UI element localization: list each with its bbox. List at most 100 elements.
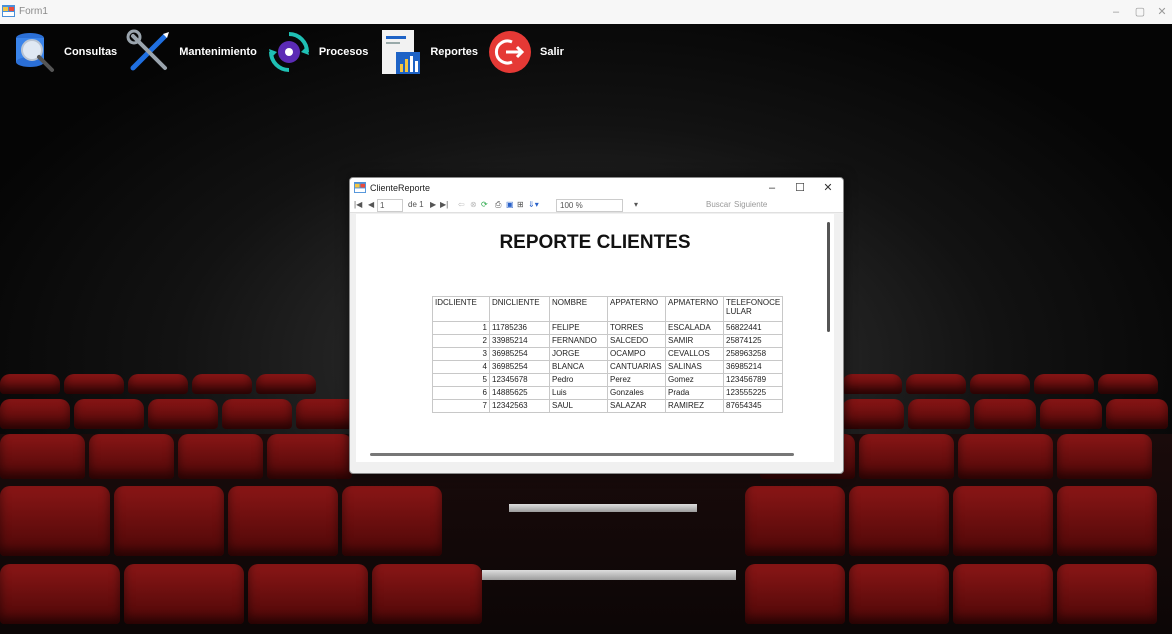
table-cell: Perez [607,373,666,387]
table-cell: FERNANDO [549,334,608,348]
table-cell: SALINAS [665,360,724,374]
table-cell: 7 [432,399,490,413]
menu-salir[interactable]: Salir [486,28,564,76]
prev-page-icon[interactable]: ◀ [368,200,374,209]
table-cell: 2 [432,334,490,348]
column-header: APPATERNO [607,296,666,322]
zoom-select[interactable]: 100 % [556,199,623,212]
report-window-title: ClienteReporte [370,183,431,193]
window-titlebar: Form1 – ▢ ✕ [0,0,1172,25]
table-cell: TORRES [607,321,666,335]
table-cell: ESCALADA [665,321,724,335]
table-cell: SALCEDO [607,334,666,348]
maximize-button[interactable]: ▢ [1128,3,1152,21]
table-cell: 87654345 [722,399,784,413]
table-cell: SALAZAR [607,399,666,413]
table-cell: 25874125 [722,334,784,348]
table-row: 3 36985254 JORGE OCAMPO CEVALLOS 2589632… [432,347,784,361]
app-icon [354,182,366,193]
table-cell: 36985214 [722,360,784,374]
page-count-label: de 1 [408,200,424,209]
menu-label: Consultas [64,46,118,58]
clients-table: IDCLIENTE DNICLIENTE NOMBRE APPATERNO AP… [432,296,784,413]
refresh-icon[interactable]: ⟳ [481,200,488,209]
table-row: 7 12342563 SAUL SALAZAR RAMIREZ 87654345 [432,399,784,413]
table-cell: Gomez [665,373,724,387]
exit-icon [486,28,534,76]
column-header: NOMBRE [549,296,608,322]
column-header: TELEFONOCE LULAR [722,296,784,322]
report-window: ClienteReporte – ☐ ✕ |◀ ◀ 1 de 1 ▶ ▶| ⇦ … [349,177,844,474]
menu-mantenimiento[interactable]: Mantenimiento [125,28,257,76]
maximize-button[interactable]: ☐ [788,180,812,196]
menu-label: Procesos [318,46,369,58]
table-cell: 5 [432,373,490,387]
back-icon[interactable]: ⇦ [458,200,465,209]
vertical-scrollbar[interactable] [827,222,830,332]
table-cell: Luis [549,386,608,400]
page-setup-icon[interactable]: ⊞ [517,200,524,209]
table-cell: RAMIREZ [665,399,724,413]
tools-icon [125,28,173,76]
column-header: IDCLIENTE [432,296,490,322]
table-cell: 123456789 [722,373,784,387]
close-button[interactable]: ✕ [1150,3,1172,21]
table-cell: Gonzales [607,386,666,400]
table-cell: SAUL [549,399,608,413]
column-header: APMATERNO [665,296,724,322]
close-button[interactable]: ✕ [816,180,840,196]
table-cell: 36985254 [489,360,550,374]
table-row: 4 36985254 BLANCA CANTUARIAS SALINAS 369… [432,360,784,374]
search-link[interactable]: Buscar [706,200,731,209]
menu-label: Reportes [430,46,479,58]
table-cell: Pedro [549,373,608,387]
menu-consultas[interactable]: Consultas [10,28,117,76]
table-cell: BLANCA [549,360,608,374]
export-icon[interactable]: ⇓▾ [528,200,539,209]
table-cell: JORGE [549,347,608,361]
table-row: 6 14885625 Luis Gonzales Prada 123555225 [432,386,784,400]
aisle-step [509,504,697,512]
table-cell: Prada [665,386,724,400]
stop-icon[interactable]: ⊗ [470,200,477,209]
table-row: 2 33985214 FERNANDO SALCEDO SAMIR 258741… [432,334,784,348]
main-menu: Consultas Mantenimiento Procesos Reporte… [0,26,572,78]
table-cell: 36985254 [489,347,550,361]
menu-procesos[interactable]: Procesos [265,28,369,76]
app-icon [2,5,15,17]
table-cell: SAMIR [665,334,724,348]
page-number-input[interactable]: 1 [377,199,403,212]
next-page-icon[interactable]: ▶ [430,200,436,209]
chevron-down-icon[interactable]: ▾ [634,200,638,209]
table-cell: 3 [432,347,490,361]
table-cell: OCAMPO [607,347,666,361]
table-cell: 4 [432,360,490,374]
menu-label: Salir [540,46,564,58]
first-page-icon[interactable]: |◀ [354,200,362,209]
minimize-button[interactable]: – [760,180,784,196]
last-page-icon[interactable]: ▶| [440,200,448,209]
menu-reportes[interactable]: Reportes [376,28,478,76]
window-title: Form1 [19,6,48,17]
horizontal-scrollbar[interactable] [370,453,794,456]
column-header: DNICLIENTE [489,296,550,322]
report-chart-icon [376,28,424,76]
table-cell: CANTUARIAS [607,360,666,374]
table-cell: 11785236 [489,321,550,335]
print-layout-icon[interactable]: ▣ [506,200,514,209]
database-search-icon [10,28,58,76]
table-cell: 6 [432,386,490,400]
table-cell: 56822441 [722,321,784,335]
print-icon[interactable]: ⎙ [495,200,501,210]
table-cell: 123555225 [722,386,784,400]
next-link[interactable]: Siguiente [734,200,767,209]
report-title: REPORTE CLIENTES [499,232,691,253]
table-cell: 12342563 [489,399,550,413]
aisle-step [482,570,736,580]
report-window-titlebar: ClienteReporte – ☐ ✕ [350,178,843,198]
table-cell: 258963258 [722,347,784,361]
table-row: 1 11785236 FELIPE TORRES ESCALADA 568224… [432,321,784,335]
minimize-button[interactable]: – [1104,3,1128,21]
table-row: 5 12345678 Pedro Perez Gomez 123456789 [432,373,784,387]
table-cell: 12345678 [489,373,550,387]
